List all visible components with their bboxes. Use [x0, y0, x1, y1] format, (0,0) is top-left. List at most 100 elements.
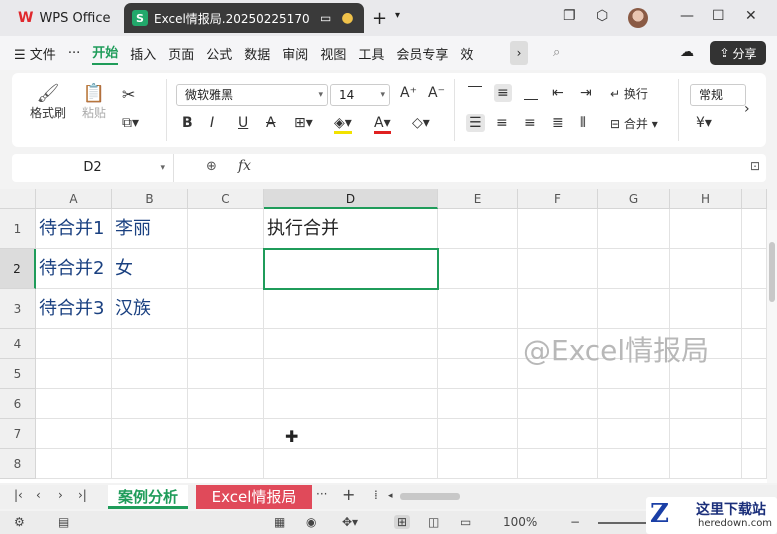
zoom-level[interactable]: 100% [503, 515, 537, 529]
grid-cell[interactable] [438, 389, 518, 419]
cut-icon[interactable]: ✂ [122, 85, 135, 104]
grid-cell[interactable] [264, 449, 438, 479]
grid-cell[interactable] [518, 249, 598, 289]
ribbon-scroll-right-icon[interactable]: › [744, 101, 750, 117]
column-header[interactable] [742, 189, 767, 209]
grid-cell[interactable] [188, 389, 264, 419]
menu-scroll-right-icon[interactable]: › [510, 41, 528, 65]
zoom-search-icon[interactable]: ⊕ [206, 159, 217, 174]
select-all-corner[interactable] [0, 189, 36, 209]
font-size-select[interactable]: 14 ▾ [330, 84, 390, 106]
font-name-select[interactable]: 微软雅黑 ▾ [176, 84, 328, 106]
window-restore-icon[interactable]: ❐ [563, 8, 576, 24]
spreadsheet-grid[interactable]: A B C D E F G H 1 2 3 4 5 6 7 8 待合并1 李丽 … [0, 189, 767, 483]
menu-view[interactable]: 视图 [320, 44, 346, 63]
grid-cell[interactable] [518, 289, 598, 329]
search-icon[interactable]: ⌕ [553, 45, 560, 60]
grid-cell[interactable] [742, 419, 767, 449]
grid-cell[interactable] [188, 249, 264, 289]
tab-list-chevron-icon[interactable]: ▾ [395, 10, 400, 21]
eye-icon[interactable]: ◉ [306, 515, 316, 529]
menu-home[interactable]: 开始 [92, 42, 119, 65]
grid-cell[interactable] [742, 449, 767, 479]
cell-a1[interactable]: 待合并1 [36, 209, 112, 249]
selected-cell-d2[interactable] [263, 248, 439, 290]
grid-cell[interactable] [598, 449, 670, 479]
underline-icon[interactable]: U [238, 115, 248, 131]
justify-icon[interactable]: ≣ [552, 115, 564, 131]
number-format-select[interactable]: 常规 [690, 84, 746, 106]
page-break-view-icon[interactable]: ◫ [428, 515, 439, 529]
new-tab-plus-icon[interactable]: + [372, 8, 387, 29]
grid-cell[interactable] [188, 449, 264, 479]
add-sheet-icon[interactable]: + [342, 485, 355, 504]
wps-office-tab[interactable]: W WPS Office [8, 4, 120, 32]
grid-cell[interactable] [438, 249, 518, 289]
grid-cell[interactable] [112, 419, 188, 449]
currency-format-button[interactable]: ¥▾ [696, 115, 712, 131]
cell-b1[interactable]: 李丽 [112, 209, 188, 249]
first-sheet-icon[interactable]: |‹ [14, 488, 23, 502]
fill-color-icon[interactable]: ◈▾ [334, 115, 352, 134]
user-avatar[interactable] [628, 8, 648, 28]
align-top-icon[interactable]: ⎺ [468, 85, 482, 101]
grid-cell[interactable] [188, 209, 264, 249]
indent-decrease-icon[interactable]: ⇤ [552, 85, 564, 101]
grid-cell[interactable] [742, 209, 767, 249]
grid-cell[interactable] [188, 419, 264, 449]
decrease-font-icon[interactable]: A⁻ [428, 85, 445, 101]
row-header[interactable]: 1 [0, 209, 36, 249]
italic-icon[interactable]: I [210, 115, 214, 131]
grid-cell[interactable] [188, 329, 264, 359]
grid-cell[interactable] [670, 209, 742, 249]
grid-cell[interactable] [264, 289, 438, 329]
format-painter-button[interactable]: 🖌 格式刷 [26, 83, 70, 121]
grid-cell[interactable] [438, 359, 518, 389]
grid-cell[interactable] [36, 329, 112, 359]
grid-cell[interactable] [598, 389, 670, 419]
distribute-icon[interactable]: ⫴ [580, 115, 586, 131]
align-bottom-icon[interactable]: ⎽ [524, 85, 538, 101]
sheet-split-handle[interactable]: ⁞ [374, 488, 378, 502]
menu-data[interactable]: 数据 [244, 44, 270, 63]
column-header[interactable]: F [518, 189, 598, 209]
fx-icon[interactable]: fx [238, 158, 251, 174]
grid-cell[interactable] [188, 359, 264, 389]
page-icon[interactable]: ▤ [58, 515, 69, 529]
grid-cell[interactable] [438, 289, 518, 329]
grid-cell[interactable] [188, 289, 264, 329]
align-center-icon[interactable]: ≡ [496, 115, 508, 131]
eraser-icon[interactable]: ◇▾ [412, 115, 430, 131]
prev-sheet-icon[interactable]: ‹ [36, 488, 41, 502]
column-header[interactable]: E [438, 189, 518, 209]
cell-a2[interactable]: 待合并2 [36, 249, 112, 289]
cell-b3[interactable]: 汉族 [112, 289, 188, 329]
row-header[interactable]: 2 [0, 249, 36, 289]
cloud-sync-icon[interactable]: ☁ [680, 44, 694, 60]
grid-cell[interactable] [742, 389, 767, 419]
grid-cell[interactable] [518, 209, 598, 249]
row-header[interactable]: 3 [0, 289, 36, 329]
grid-cell[interactable] [670, 449, 742, 479]
grid-cell[interactable] [670, 289, 742, 329]
grid-cell[interactable] [112, 329, 188, 359]
align-right-icon[interactable]: ≡ [524, 115, 536, 131]
formula-input[interactable] [268, 154, 728, 182]
scroll-left-icon[interactable]: ◂ [388, 491, 393, 501]
calculator-icon[interactable]: ▦ [274, 515, 285, 529]
grid-cell[interactable] [36, 449, 112, 479]
vertical-scroll-thumb[interactable] [769, 242, 775, 302]
cell-d1[interactable]: 执行合并 [264, 209, 438, 249]
merge-cells-button[interactable]: ⊟ 合并 ▾ [610, 115, 658, 132]
cell-a3[interactable]: 待合并3 [36, 289, 112, 329]
grid-cell[interactable] [438, 419, 518, 449]
grid-cell[interactable] [438, 209, 518, 249]
grid-cell[interactable] [112, 389, 188, 419]
zoom-slider[interactable] [598, 522, 648, 524]
column-header[interactable]: C [188, 189, 264, 209]
row-header[interactable]: 6 [0, 389, 36, 419]
freeze-icon[interactable]: ✥▾ [342, 515, 358, 529]
minimize-icon[interactable]: — [680, 8, 694, 24]
menu-insert[interactable]: 插入 [130, 44, 156, 63]
horizontal-scroll-thumb[interactable] [400, 493, 460, 500]
